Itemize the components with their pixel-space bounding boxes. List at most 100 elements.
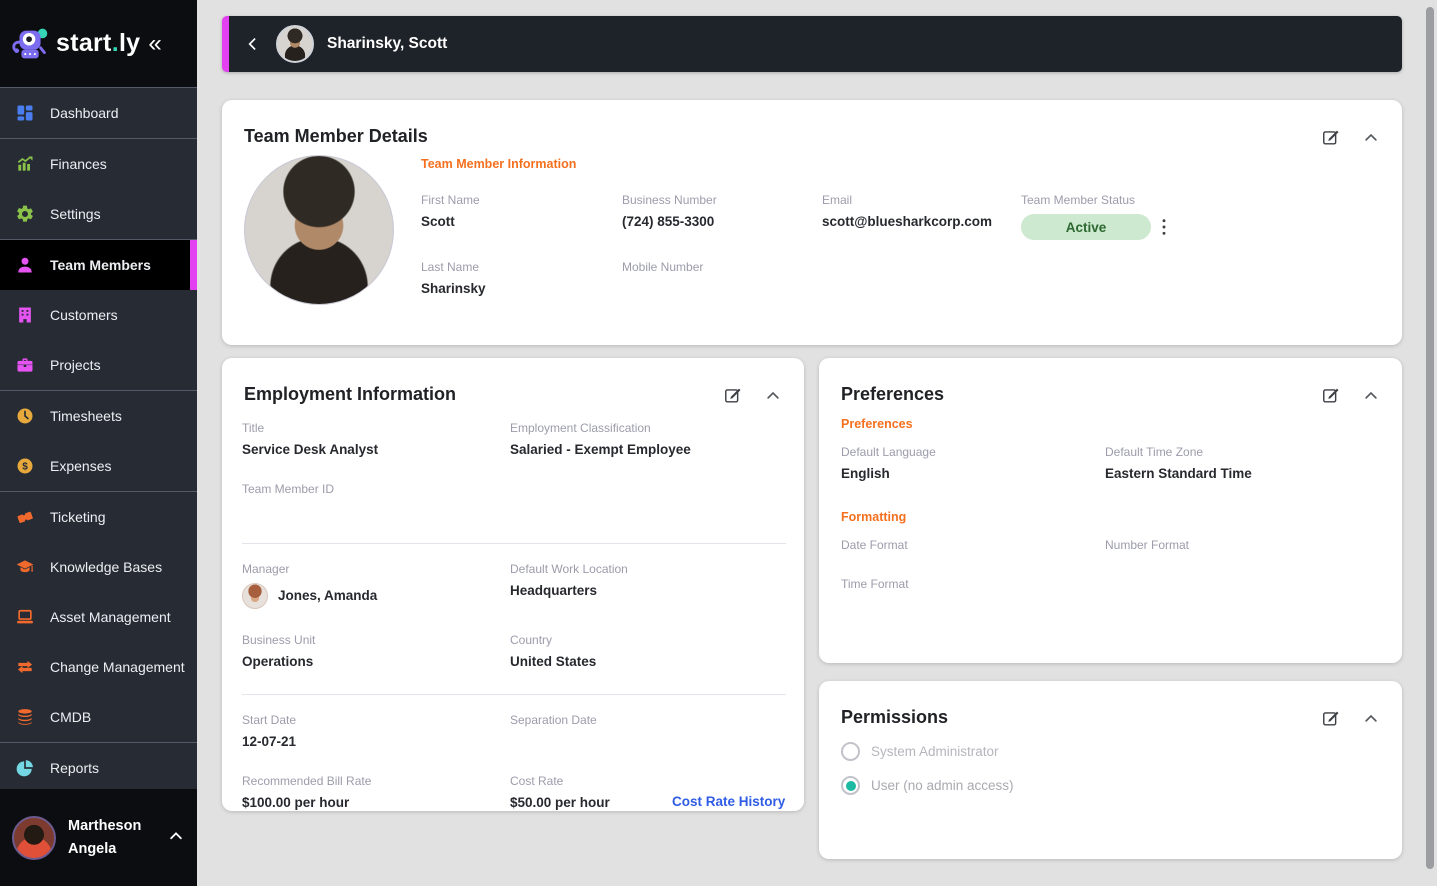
field-title: Title Service Desk Analyst xyxy=(242,421,379,457)
member-profile-photo xyxy=(244,155,394,305)
sidebar-item-label: CMDB xyxy=(50,709,92,725)
user-name: Martheson Angela xyxy=(68,817,142,857)
sidebar-item-expenses[interactable]: $ Expenses xyxy=(0,441,197,491)
cost-rate-history-link[interactable]: Cost Rate History xyxy=(672,794,785,809)
brand-name: start.ly xyxy=(56,29,141,57)
collapse-team-details-button[interactable] xyxy=(1362,129,1380,147)
svg-text:$: $ xyxy=(22,462,28,473)
member-avatar-small xyxy=(276,25,314,63)
clock-icon xyxy=(14,405,36,427)
page-header-bar: Sharinsky, Scott xyxy=(222,16,1402,72)
radio-user-no-admin[interactable]: User (no admin access) xyxy=(841,776,1384,795)
card-title: Permissions xyxy=(841,707,949,727)
user-menu[interactable]: Martheson Angela xyxy=(0,789,197,886)
sidebar-item-label: Dashboard xyxy=(50,105,119,121)
edit-square-icon xyxy=(1323,711,1339,726)
card-title: Preferences xyxy=(841,384,945,404)
collapse-employment-button[interactable] xyxy=(764,387,782,405)
sidebar-item-cmdb[interactable]: CMDB xyxy=(0,692,197,742)
sidebar-item-label: Reports xyxy=(50,760,100,776)
vertical-scrollbar[interactable] xyxy=(1426,7,1434,869)
field-manager: Manager Jones, Amanda xyxy=(242,562,510,609)
user-menu-chevron-up-icon[interactable] xyxy=(167,827,185,848)
field-email: Email scott@bluesharkcorp.com xyxy=(822,193,992,229)
sidebar-item-settings[interactable]: Settings xyxy=(0,189,197,239)
field-default-time-zone: Default Time Zone Eastern Standard Time xyxy=(1105,445,1252,481)
sidebar-item-dashboard[interactable]: Dashboard xyxy=(0,88,197,138)
edit-preferences-button[interactable] xyxy=(1321,386,1340,405)
field-time-format: Time Format xyxy=(841,577,909,591)
sidebar-item-label: Asset Management xyxy=(50,609,171,625)
field-default-language: Default Language English xyxy=(841,445,936,481)
edit-square-icon xyxy=(1323,130,1339,145)
divider xyxy=(242,543,786,544)
collapse-permissions-button[interactable] xyxy=(1362,710,1380,728)
sidebar-item-label: Expenses xyxy=(50,458,112,474)
employment-information-card: Employment Information Title Service Des… xyxy=(222,358,804,811)
sidebar-item-label: Timesheets xyxy=(50,408,122,424)
dollar-coin-icon: $ xyxy=(14,455,36,477)
sidebar-item-timesheets[interactable]: Timesheets xyxy=(0,391,197,441)
laptop-icon xyxy=(14,606,36,628)
chevron-left-icon xyxy=(248,37,256,51)
status-badge: Active xyxy=(1021,214,1151,240)
sidebar-item-projects[interactable]: Projects xyxy=(0,340,197,390)
brand-dot: . xyxy=(111,29,119,57)
edit-square-icon xyxy=(725,388,741,403)
chevron-up-icon xyxy=(1365,714,1377,722)
field-date-format: Date Format xyxy=(841,538,908,552)
radio-system-administrator[interactable]: System Administrator xyxy=(841,742,1384,761)
radio-button-selected-icon[interactable] xyxy=(841,776,860,795)
field-first-name: First Name Scott xyxy=(421,193,480,229)
field-start-date: Start Date 12-07-21 xyxy=(242,713,297,749)
sidebar-item-reports[interactable]: Reports xyxy=(0,743,197,789)
sidebar-nav: Dashboard Finances Settings Team Members xyxy=(0,88,197,789)
sidebar-item-ticketing[interactable]: Ticketing xyxy=(0,492,197,542)
user-avatar xyxy=(12,815,56,860)
sidebar-item-label: Ticketing xyxy=(50,509,106,525)
field-business-number: Business Number (724) 855-3300 xyxy=(622,193,717,229)
gear-icon xyxy=(14,203,36,225)
field-classification: Employment Classification Salaried - Exe… xyxy=(510,421,691,457)
database-icon xyxy=(14,706,36,728)
permissions-card: Permissions System Administrator User (n… xyxy=(819,681,1402,859)
sidebar-item-team-members[interactable]: Team Members xyxy=(0,240,197,290)
dashboard-grid-icon xyxy=(14,102,36,124)
sidebar-item-change-management[interactable]: Change Management xyxy=(0,642,197,692)
radio-button-icon[interactable] xyxy=(841,742,860,761)
swap-arrows-icon xyxy=(14,656,36,678)
edit-permissions-button[interactable] xyxy=(1321,709,1340,728)
chevron-up-icon xyxy=(1365,391,1377,399)
sidebar-item-label: Customers xyxy=(50,307,118,323)
field-last-name: Last Name Sharinsky xyxy=(421,260,486,296)
edit-square-icon xyxy=(1323,388,1339,403)
sidebar-item-finances[interactable]: Finances xyxy=(0,139,197,189)
sidebar-item-customers[interactable]: Customers xyxy=(0,290,197,340)
field-separation-date: Separation Date xyxy=(510,713,597,727)
edit-team-details-button[interactable] xyxy=(1321,128,1340,147)
bar-chart-icon xyxy=(14,153,36,175)
section-heading-formatting: Formatting xyxy=(841,510,907,524)
edit-employment-button[interactable] xyxy=(723,386,742,405)
sidebar-item-knowledge-bases[interactable]: Knowledge Bases xyxy=(0,542,197,592)
sidebar-item-asset-management[interactable]: Asset Management xyxy=(0,592,197,642)
logo-area: start.ly « xyxy=(0,0,197,88)
field-mobile-number: Mobile Number xyxy=(622,260,704,274)
card-title: Employment Information xyxy=(244,384,457,404)
chevron-up-icon xyxy=(767,391,779,399)
divider xyxy=(242,694,786,695)
sidebar-item-label: Projects xyxy=(50,357,101,373)
sidebar-collapse-button[interactable]: « xyxy=(146,29,163,57)
field-country: Country United States xyxy=(510,633,597,669)
double-chevron-left-icon: « xyxy=(148,29,162,57)
kebab-menu-icon xyxy=(1162,219,1166,235)
status-menu-button[interactable] xyxy=(1158,218,1170,236)
collapse-preferences-button[interactable] xyxy=(1362,387,1380,405)
back-button[interactable] xyxy=(243,34,263,54)
robot-icon xyxy=(12,28,48,58)
team-member-details-card: Team Member Details Team Member Informat… xyxy=(222,100,1402,345)
graduation-cap-icon xyxy=(14,556,36,578)
sidebar-item-label: Change Management xyxy=(50,659,185,675)
sidebar-item-label: Team Members xyxy=(50,257,151,273)
person-icon xyxy=(14,254,36,276)
